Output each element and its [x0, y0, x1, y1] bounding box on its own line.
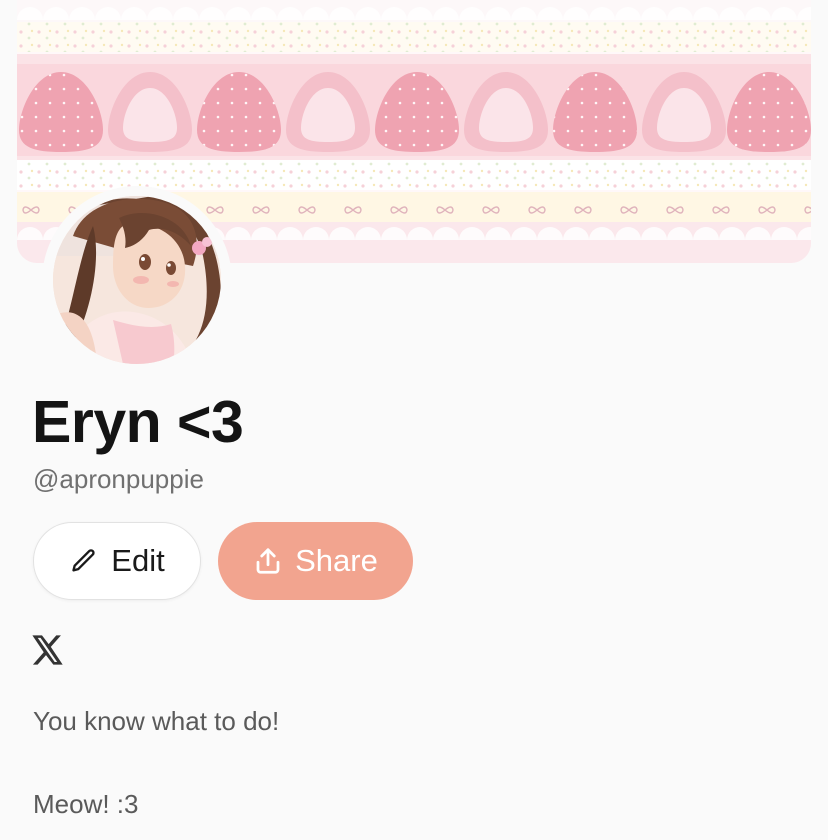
- edit-button-label: Edit: [111, 543, 165, 578]
- x-social-link[interactable]: [30, 634, 66, 670]
- share-button-label: Share: [295, 543, 378, 578]
- pencil-icon: [69, 546, 99, 576]
- bio-text-line: Meow! :3: [33, 789, 139, 819]
- bio-text-line: You know what to do!: [33, 706, 280, 736]
- x-logo-icon: [32, 634, 64, 670]
- avatar[interactable]: [53, 196, 221, 364]
- display-name: Eryn <3: [32, 389, 244, 455]
- username-handle: @apronpuppie: [33, 464, 204, 494]
- upload-share-icon: [253, 546, 283, 576]
- edit-profile-button[interactable]: Edit: [33, 522, 201, 600]
- share-profile-button[interactable]: Share: [218, 522, 413, 600]
